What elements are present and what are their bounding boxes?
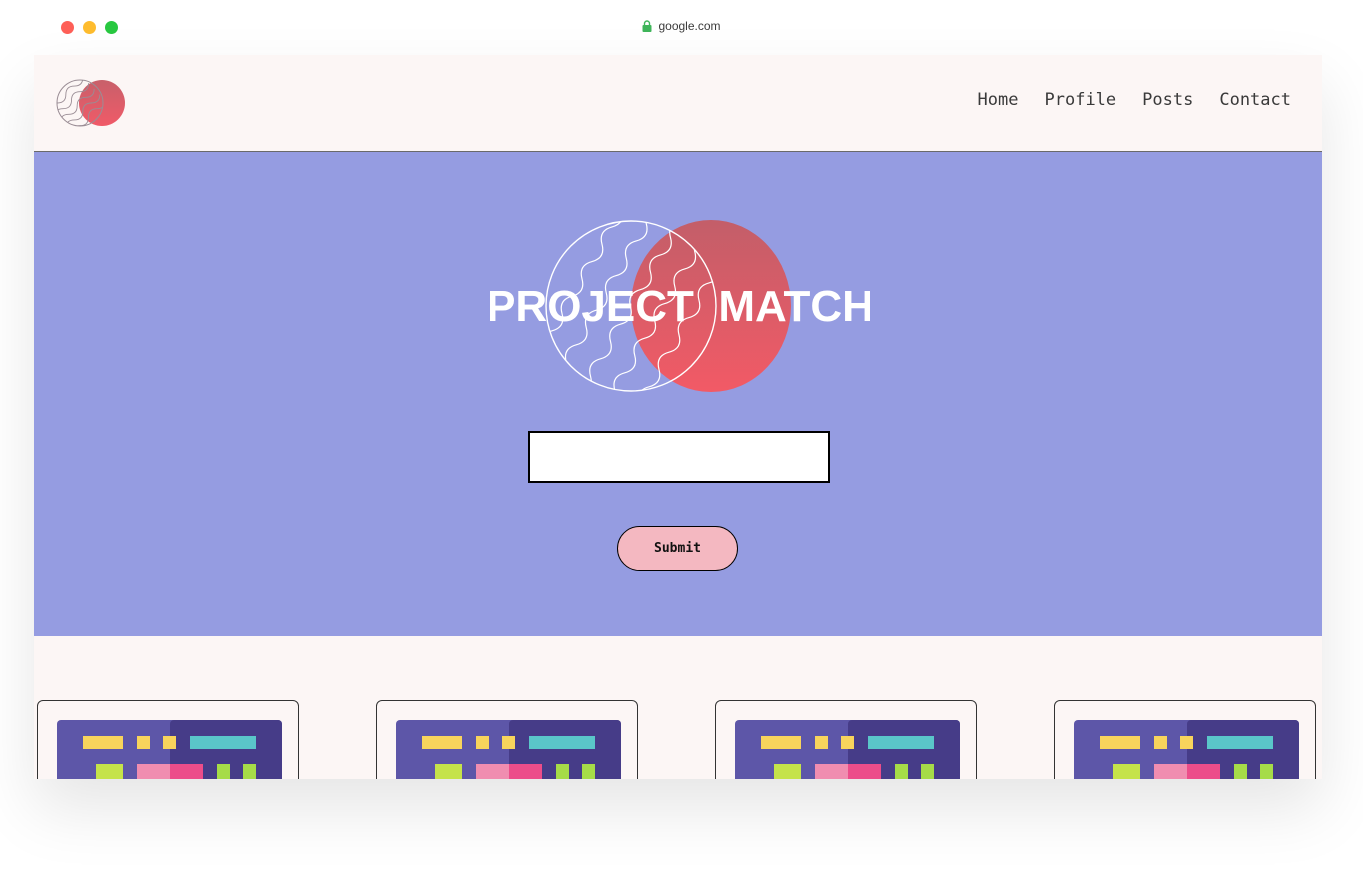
search-input[interactable] — [528, 431, 830, 483]
project-card[interactable] — [715, 700, 977, 779]
project-card[interactable] — [1054, 700, 1316, 779]
project-thumbnail-icon — [57, 720, 282, 779]
project-thumbnail-icon — [1074, 720, 1299, 779]
nav-posts-link[interactable]: Posts — [1142, 90, 1193, 110]
logo-icon[interactable] — [56, 77, 126, 129]
logo-text: PROJECT MATCH — [490, 282, 870, 331]
project-card[interactable] — [37, 700, 299, 779]
hero-section: PROJECT MATCH Submit — [34, 152, 1322, 636]
project-cards — [34, 700, 1322, 779]
browser-chrome: google.com — [0, 0, 1363, 55]
navbar: Home Profile Posts Contact — [34, 55, 1322, 152]
project-match-logo: PROJECT MATCH — [490, 220, 870, 392]
nav-contact-link[interactable]: Contact — [1219, 90, 1291, 110]
project-thumbnail-icon — [396, 720, 621, 779]
nav-profile-link[interactable]: Profile — [1045, 90, 1117, 110]
nav-home-link[interactable]: Home — [978, 90, 1019, 110]
page-frame: Home Profile Posts Contact PROJECT MATCH… — [34, 55, 1322, 779]
lock-icon — [642, 20, 652, 32]
submit-button[interactable]: Submit — [617, 526, 738, 571]
project-thumbnail-icon — [735, 720, 960, 779]
address-bar[interactable]: google.com — [0, 19, 1363, 33]
nav-links: Home Profile Posts Contact — [978, 90, 1291, 110]
project-card[interactable] — [376, 700, 638, 779]
url-text: google.com — [658, 19, 721, 33]
